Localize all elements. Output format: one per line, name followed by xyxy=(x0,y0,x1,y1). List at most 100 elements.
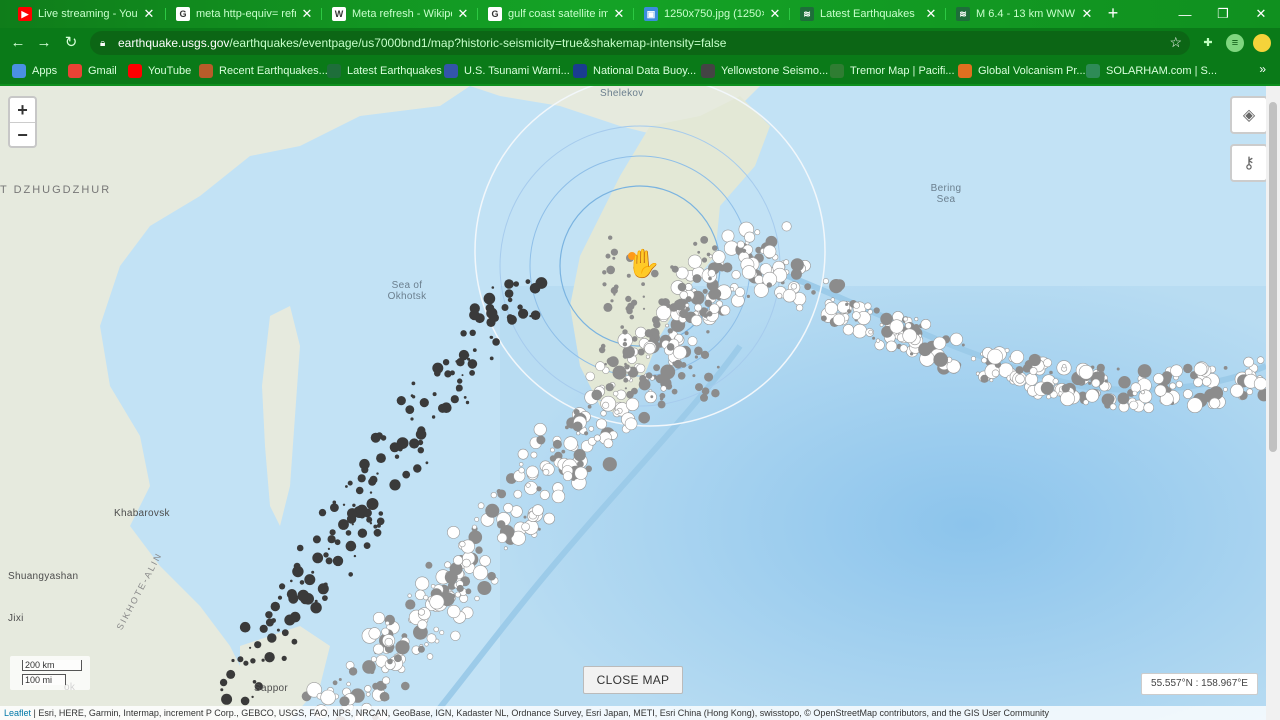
earthquake-marker[interactable] xyxy=(692,274,702,283)
bookmark-11[interactable]: SOLARHAM.com | S... xyxy=(1086,62,1217,80)
earthquake-marker[interactable] xyxy=(231,658,235,663)
earthquake-marker[interactable] xyxy=(1091,378,1101,388)
earthquake-marker[interactable] xyxy=(620,325,624,329)
earthquake-marker[interactable] xyxy=(1153,373,1164,384)
earthquake-marker[interactable] xyxy=(606,265,615,275)
earthquake-marker[interactable] xyxy=(822,278,829,285)
earthquake-marker[interactable] xyxy=(694,355,699,359)
earthquake-marker[interactable] xyxy=(961,343,965,347)
earthquake-marker[interactable] xyxy=(933,336,947,350)
earthquake-marker[interactable] xyxy=(623,338,627,342)
bookmark-5[interactable]: Latest Earthquakes xyxy=(327,62,442,80)
earthquake-marker[interactable] xyxy=(346,681,351,687)
earthquake-marker[interactable] xyxy=(552,439,562,449)
earthquake-marker[interactable] xyxy=(370,656,377,663)
earthquake-marker[interactable] xyxy=(642,295,645,298)
earthquake-marker[interactable] xyxy=(639,375,647,383)
earthquake-marker[interactable] xyxy=(320,689,336,706)
earthquake-marker[interactable] xyxy=(411,395,416,399)
earthquake-marker[interactable] xyxy=(563,436,578,451)
bookmarks-overflow-button[interactable]: » xyxy=(1259,62,1266,76)
earthquake-marker[interactable] xyxy=(746,294,751,298)
earthquake-marker[interactable] xyxy=(790,258,804,272)
earthquake-marker[interactable] xyxy=(591,389,603,401)
earthquake-marker[interactable] xyxy=(920,319,932,330)
earthquake-marker[interactable] xyxy=(366,516,373,523)
earthquake-marker[interactable] xyxy=(327,547,330,550)
earthquake-marker[interactable] xyxy=(980,374,989,383)
earthquake-marker[interactable] xyxy=(1183,389,1193,399)
earthquake-marker[interactable] xyxy=(910,352,914,356)
earthquake-marker[interactable] xyxy=(700,393,708,402)
earthquake-marker[interactable] xyxy=(1060,391,1075,406)
earthquake-marker[interactable] xyxy=(477,502,485,510)
earthquake-marker[interactable] xyxy=(627,302,635,310)
earthquake-marker[interactable] xyxy=(604,362,607,366)
earthquake-marker[interactable] xyxy=(373,524,378,529)
earthquake-marker[interactable] xyxy=(622,342,628,347)
tab-4[interactable]: Ggulf coast satellite ima ✕ xyxy=(478,3,632,25)
earthquake-marker[interactable] xyxy=(624,417,638,431)
bookmark-9[interactable]: Tremor Map | Pacifi... xyxy=(830,62,955,80)
earthquake-marker[interactable] xyxy=(852,323,867,339)
earthquake-marker[interactable] xyxy=(530,451,538,459)
earthquake-marker[interactable] xyxy=(453,555,464,566)
earthquake-marker[interactable] xyxy=(348,667,358,676)
earthquake-marker[interactable] xyxy=(1243,356,1254,368)
earthquake-marker[interactable] xyxy=(603,302,613,312)
earthquake-marker[interactable] xyxy=(279,583,286,590)
earthquake-marker[interactable] xyxy=(602,270,607,275)
earthquake-marker[interactable] xyxy=(441,402,452,414)
earthquake-marker[interactable] xyxy=(716,365,720,369)
earthquake-marker[interactable] xyxy=(1137,364,1152,378)
earthquake-marker[interactable] xyxy=(763,244,777,259)
earthquake-marker[interactable] xyxy=(1052,378,1059,385)
earthquake-marker[interactable] xyxy=(987,348,1003,365)
earthquake-marker[interactable] xyxy=(851,311,861,320)
earthquake-marker[interactable] xyxy=(467,357,471,361)
earthquake-marker[interactable] xyxy=(526,465,539,479)
earthquake-marker[interactable] xyxy=(415,429,427,440)
address-bar[interactable]: 🔒︎ earthquake.usgs.gov/earthquakes/event… xyxy=(90,31,1190,55)
earthquake-marker[interactable] xyxy=(450,395,459,404)
earthquake-marker[interactable] xyxy=(339,696,350,707)
earthquake-marker[interactable] xyxy=(474,313,485,324)
earthquake-marker[interactable] xyxy=(1104,379,1108,383)
earthquake-marker[interactable] xyxy=(845,302,849,306)
earthquake-marker[interactable] xyxy=(1004,347,1010,353)
earthquake-marker[interactable] xyxy=(1132,390,1138,396)
earthquake-marker[interactable] xyxy=(417,608,425,616)
earthquake-marker[interactable] xyxy=(872,336,876,340)
earthquake-marker[interactable] xyxy=(503,546,508,551)
earthquake-marker[interactable] xyxy=(474,595,480,602)
earthquake-marker[interactable] xyxy=(270,601,280,612)
earthquake-marker[interactable] xyxy=(677,372,686,380)
earthquake-marker[interactable] xyxy=(832,313,846,326)
earthquake-marker[interactable] xyxy=(754,229,761,236)
earthquake-marker[interactable] xyxy=(1201,376,1212,387)
earthquake-marker[interactable] xyxy=(903,316,908,322)
earthquake-marker[interactable] xyxy=(899,344,908,353)
earthquake-marker[interactable] xyxy=(625,397,640,412)
earthquake-marker[interactable] xyxy=(754,275,764,285)
tab-1[interactable]: ▶ Live streaming - YouTu ✕ xyxy=(8,3,162,25)
earthquake-marker[interactable] xyxy=(875,338,881,343)
earthquake-marker[interactable] xyxy=(525,482,531,488)
earthquake-marker[interactable] xyxy=(296,544,304,552)
earthquake-marker[interactable] xyxy=(219,678,228,687)
earthquake-marker[interactable] xyxy=(635,326,647,339)
earthquake-marker[interactable] xyxy=(1049,370,1053,375)
earthquake-marker[interactable] xyxy=(351,523,354,526)
earthquake-marker[interactable] xyxy=(266,611,273,618)
earthquake-marker[interactable] xyxy=(332,680,338,686)
earthquake-marker[interactable] xyxy=(1116,367,1120,371)
earthquake-marker[interactable] xyxy=(462,558,471,568)
earthquake-marker[interactable] xyxy=(632,368,638,373)
earthquake-marker[interactable] xyxy=(297,589,310,602)
earthquake-marker[interactable] xyxy=(407,405,413,412)
earthquake-marker[interactable] xyxy=(585,371,595,382)
earthquake-marker[interactable] xyxy=(504,289,514,298)
earthquake-marker[interactable] xyxy=(1083,399,1089,406)
earthquake-marker[interactable] xyxy=(708,276,712,281)
earthquake-marker[interactable] xyxy=(612,365,627,380)
